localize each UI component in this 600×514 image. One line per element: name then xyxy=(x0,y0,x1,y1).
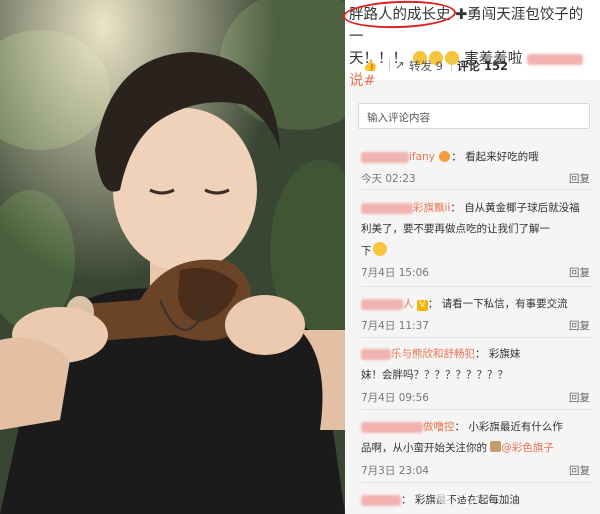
action-bar: 👍 ↗ 转发 9 评论 152 xyxy=(345,50,600,80)
comment-input-placeholder: 输入评论内容 xyxy=(367,112,430,124)
reply-button[interactable]: 回复 xyxy=(569,463,590,478)
emoji-icon xyxy=(372,242,387,256)
post-photo xyxy=(0,0,345,514)
divider xyxy=(389,59,390,71)
comment-time: 7月4日 09:56 xyxy=(361,392,429,404)
comment-text: 请看一下私信，有事要交流 xyxy=(441,298,568,310)
watermark-logo-icon xyxy=(437,490,451,504)
divider xyxy=(361,286,593,287)
plus-icon: ✚ xyxy=(455,7,468,23)
comment-input[interactable]: 输入评论内容 xyxy=(358,103,590,129)
reply-button[interactable]: 回复 xyxy=(569,390,590,405)
comment-tab[interactable]: 评论 152 xyxy=(457,58,508,74)
comment-text: 自从黄金椰子球后就没福 xyxy=(464,202,580,214)
avatar-icon xyxy=(490,441,502,452)
reply-button[interactable]: 回复 xyxy=(569,171,590,186)
comment-username[interactable]: 彩旗飘ii xyxy=(413,202,450,214)
post-header: 胖路人的成长史 ✚勇闯天涯包饺子的一 天！！！ 害羞羞啦 说# 👍 ↗ 转发 9… xyxy=(342,0,600,89)
like-icon[interactable]: 👍 xyxy=(363,58,377,72)
redacted-username xyxy=(361,421,423,433)
repost-icon[interactable]: ↗ xyxy=(395,58,405,72)
comment-time: 7月4日 15:06 xyxy=(361,267,429,279)
reply-button[interactable]: 回复 xyxy=(569,265,590,280)
redacted-username xyxy=(361,202,413,214)
redacted-username xyxy=(361,298,403,310)
comment-time: 7月3日 23:04 xyxy=(361,465,429,477)
comment-text: 下 xyxy=(361,245,372,257)
redacted-username xyxy=(361,151,409,163)
highlighted-hashtag[interactable]: 胖路人的成长史 xyxy=(342,0,456,30)
verified-icon: V xyxy=(416,300,428,311)
comment-text: 利美了，要不要再做点吃的让我们了解一 xyxy=(361,223,550,235)
badge-icon xyxy=(439,151,451,162)
repost-button[interactable]: 转发 9 xyxy=(409,58,443,74)
comment-username[interactable]: ifany xyxy=(409,151,435,163)
photo-illustration xyxy=(0,0,345,514)
comment-time: 今天 02:23 xyxy=(361,173,416,185)
reply-button[interactable]: 回复 xyxy=(569,318,590,333)
comment-text: 妹！会胖吗？？？？？？？？？ xyxy=(361,369,508,381)
comment-time: 7月4日 11:37 xyxy=(361,320,429,332)
divider xyxy=(361,409,593,410)
divider xyxy=(361,482,593,483)
comment-text: 看起来好吃的哦 xyxy=(465,151,539,163)
watermark-text: 门人 xyxy=(455,494,484,509)
mention-link[interactable]: @彩色旗子 xyxy=(501,442,554,454)
red-circle-annotation xyxy=(342,0,456,30)
divider xyxy=(451,59,452,71)
divider xyxy=(361,189,593,190)
comment-username[interactable]: 做噜控 xyxy=(423,421,455,433)
comment-username[interactable]: 乐与熊欣和舒畅犯 xyxy=(391,348,475,360)
redacted-username xyxy=(361,494,401,506)
divider xyxy=(361,337,593,338)
comment-text: 品啊，从小蛮开始关注你的 xyxy=(361,442,487,454)
comment-username[interactable]: 人 xyxy=(403,298,414,310)
redacted-username xyxy=(361,348,391,360)
comment-panel: 胖路人的成长史 ✚勇闯天涯包饺子的一 天！！！ 害羞羞啦 说# 👍 ↗ 转发 9… xyxy=(342,0,600,514)
comment-text: 小彩旗最近有什么作 xyxy=(468,421,563,433)
comment-text: 彩旗妹 xyxy=(488,348,521,360)
